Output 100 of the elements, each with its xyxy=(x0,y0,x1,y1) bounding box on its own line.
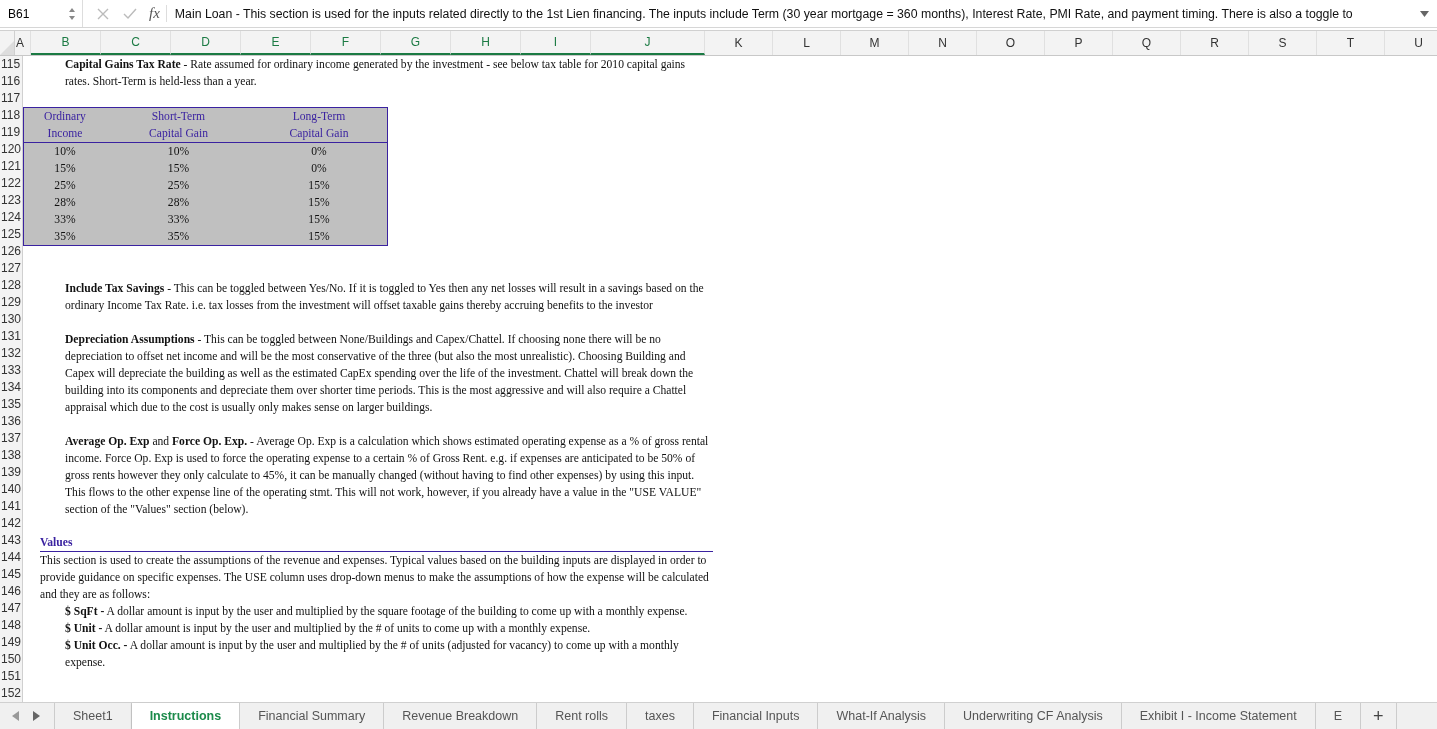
row-number[interactable]: 151 xyxy=(0,668,22,685)
sheet-tab[interactable]: Sheet1 xyxy=(54,703,132,729)
paragraph: Average Op. Exp and Force Op. Exp. - Average Op. Exp is a calculation which shows estimated operating expense as a % of gross rental income. Force Op. Exp is used to force the operating expense to a certain % of Gross Rent. e.g. if expenses are anticipated to be 50% of gross rents however they only calculate to 45%, it can be manually changed (without having to find other expenses) by using this input. This flows to the other expense line of the operating stmt. This will not work, however, if you already have a value in the "USE VALUE" section of the "Values" section (below). xyxy=(65,434,710,518)
column-header[interactable]: R xyxy=(1181,31,1249,55)
row-number[interactable]: 135 xyxy=(0,396,22,413)
table-cell-text: 28% xyxy=(53,195,77,211)
column-heading: Ordinary xyxy=(43,109,87,125)
row-number[interactable]: 120 xyxy=(0,141,22,158)
row-number[interactable]: 127 xyxy=(0,260,22,277)
row-number[interactable]: 128 xyxy=(0,277,22,294)
column-header[interactable]: T xyxy=(1317,31,1385,55)
column-header[interactable]: H xyxy=(451,31,521,55)
table-cell-text: 33% xyxy=(53,212,77,228)
column-header[interactable]: M xyxy=(841,31,909,55)
table-cell-text: 33% xyxy=(166,212,191,228)
row-number[interactable]: 143 xyxy=(0,532,22,549)
row-number[interactable]: 152 xyxy=(0,685,22,702)
row-number[interactable]: 130 xyxy=(0,311,22,328)
row-number[interactable]: 115 xyxy=(0,56,22,73)
definition-text: $ SqFt - A dollar amount is input by the user and multiplied by the square footage of the building to come up with a monthly expense. xyxy=(65,604,689,620)
section-heading: Values xyxy=(40,535,713,552)
row-number[interactable]: 145 xyxy=(0,566,22,583)
row-number[interactable]: 148 xyxy=(0,617,22,634)
row-number[interactable]: 141 xyxy=(0,498,22,515)
paragraph: Capital Gains Tax Rate - Rate assumed for ordinary income generated by the investment - see below tax table for 2010 capital gains rates. Short-Term is held-less than a year. xyxy=(65,57,687,90)
table-cell-text: 10% xyxy=(53,144,77,160)
column-header[interactable]: S xyxy=(1249,31,1317,55)
table-cell-text: 15% xyxy=(166,161,191,177)
column-header[interactable]: I xyxy=(521,31,591,55)
formula-content[interactable]: Main Loan - This section is used for the inputs related directly to the 1st Lien financing. The inputs include Term (30 year mortgage = 360 months), Interest Rate, PMI Rate, and payment timing. There is also a toggle to xyxy=(174,6,1410,21)
row-number[interactable]: 131 xyxy=(0,328,22,345)
table-cell-text: 15% xyxy=(53,161,77,177)
column-header[interactable]: A xyxy=(15,31,31,55)
table-cell-text: 15% xyxy=(307,195,331,211)
row-number[interactable]: 121 xyxy=(0,158,22,175)
paragraph: This section is used to create the assumptions of the revenue and expenses. Typical values based on the building inputs are displayed in order to provide guidance on specific expenses. The USE column uses drop-down menus to make the assumptions of how the expense will be calculated and they are as follows: xyxy=(40,553,710,603)
row-number[interactable]: 132 xyxy=(0,345,22,362)
table-cell-text: 10% xyxy=(166,144,191,160)
table-cell-text: 28% xyxy=(166,195,191,211)
previous-sheet-icon[interactable] xyxy=(12,711,20,721)
column-header[interactable]: L xyxy=(773,31,841,55)
column-header[interactable]: F xyxy=(311,31,381,55)
row-number[interactable]: 138 xyxy=(0,447,22,464)
row-number[interactable]: 134 xyxy=(0,379,22,396)
row-number[interactable]: 149 xyxy=(0,634,22,651)
row-number[interactable]: 150 xyxy=(0,651,22,668)
table-cell-text: 35% xyxy=(53,229,77,245)
row-number[interactable]: 125 xyxy=(0,226,22,243)
sheet-tab[interactable]: Instructions xyxy=(131,703,241,729)
row-number[interactable]: 117 xyxy=(0,90,22,107)
column-header[interactable]: D xyxy=(171,31,241,55)
column-header[interactable]: E xyxy=(241,31,311,55)
row-number[interactable]: 126 xyxy=(0,243,22,260)
row-number[interactable]: 147 xyxy=(0,600,22,617)
row-number[interactable]: 129 xyxy=(0,294,22,311)
row-number[interactable]: 122 xyxy=(0,175,22,192)
row-number[interactable]: 118 xyxy=(0,107,22,124)
column-header[interactable]: O xyxy=(977,31,1045,55)
table-cell-text: 25% xyxy=(53,178,77,194)
paragraph: Include Tax Savings - This can be toggled between Yes/No. If it is toggled to Yes then any net losses will result in a savings based on the ordinary Income Tax Rate. i.e. tax losses from the investment will offset taxable gains thereby accruing benefits to the investor xyxy=(65,281,705,314)
column-header[interactable]: K xyxy=(705,31,773,55)
column-heading: Long-Term xyxy=(291,109,347,125)
row-number[interactable]: 133 xyxy=(0,362,22,379)
function-label[interactable]: fx xyxy=(149,5,167,22)
caret-icon[interactable] xyxy=(1420,10,1429,17)
column-header[interactable]: U xyxy=(1385,31,1437,55)
definition-text: $ Unit Occ. - A dollar amount is input by the user and multiplied by the # of units (adjusted for vacancy) to come up with a monthly expense. xyxy=(65,638,680,671)
column-heading: Capital Gain xyxy=(148,126,209,142)
row-number[interactable]: 116 xyxy=(0,73,22,90)
table-cell-text: 0% xyxy=(310,144,328,160)
row-number[interactable]: 124 xyxy=(0,209,22,226)
table-cell-text: 15% xyxy=(307,229,331,245)
column-header[interactable]: J xyxy=(591,31,705,55)
column-heading: Income xyxy=(46,126,84,142)
name-box[interactable]: B61 xyxy=(0,0,83,27)
definition-text: $ Unit - A dollar amount is input by the user and multiplied by the # of units to come up with a monthly expense. xyxy=(65,621,592,637)
table-cell-text: 25% xyxy=(166,178,191,194)
row-number[interactable]: 123 xyxy=(0,192,22,209)
column-header[interactable]: N xyxy=(909,31,977,55)
select-all-corner[interactable] xyxy=(0,31,15,55)
row-number[interactable]: 137 xyxy=(0,430,22,447)
table-cell-text: 0% xyxy=(310,161,328,177)
row-number[interactable]: 144 xyxy=(0,549,22,566)
next-sheet-icon[interactable] xyxy=(32,711,40,721)
column-heading: Short-Term xyxy=(150,109,207,125)
column-header[interactable]: Q xyxy=(1113,31,1181,55)
column-header[interactable]: G xyxy=(381,31,451,55)
row-number[interactable]: 139 xyxy=(0,464,22,481)
row-number[interactable]: 140 xyxy=(0,481,22,498)
table-cell-text: 15% xyxy=(307,178,331,194)
row-number[interactable]: 142 xyxy=(0,515,22,532)
column-header[interactable]: P xyxy=(1045,31,1113,55)
cancel-icon[interactable] xyxy=(97,7,109,20)
table-cell-text: 15% xyxy=(307,212,331,228)
column-header[interactable]: B xyxy=(31,31,101,55)
row-number[interactable]: 136 xyxy=(0,413,22,430)
column-header[interactable]: C xyxy=(101,31,171,55)
check-icon[interactable] xyxy=(123,7,137,20)
row-number[interactable]: 146 xyxy=(0,583,22,600)
row-number[interactable]: 119 xyxy=(0,124,22,141)
